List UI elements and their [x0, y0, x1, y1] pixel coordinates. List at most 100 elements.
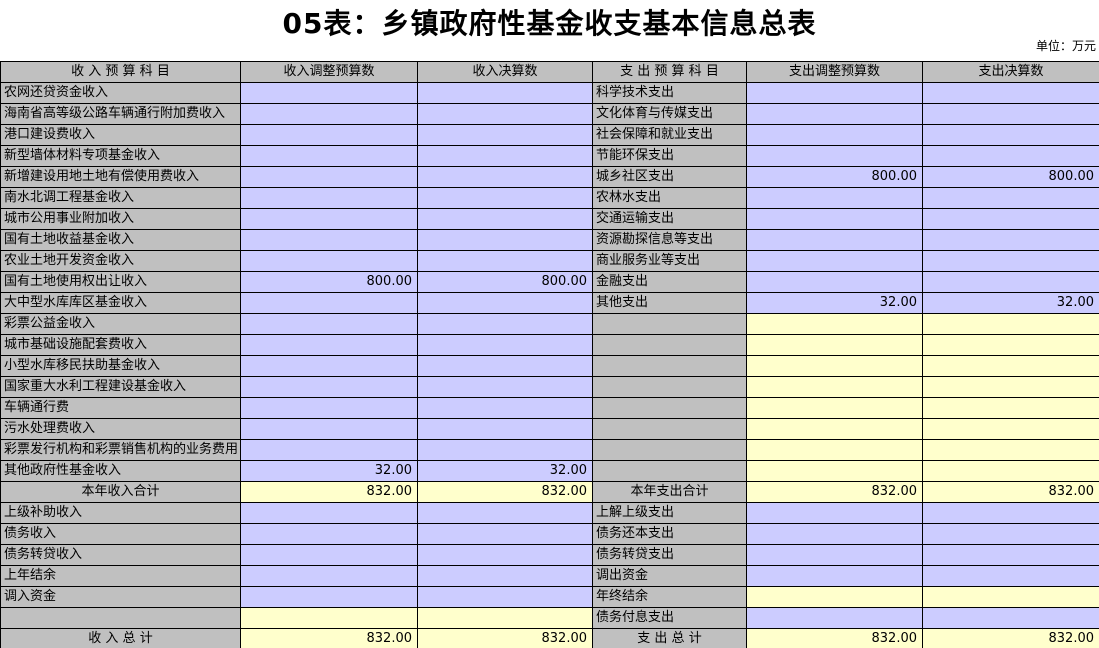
income-subject-cell[interactable]: 国家重大水利工程建设基金收入: [1, 377, 241, 398]
income-final-cell[interactable]: [418, 503, 593, 524]
expense-subject-cell[interactable]: 资源勘探信息等支出: [593, 230, 747, 251]
income-subject-cell[interactable]: 海南省高等级公路车辆通行附加费收入: [1, 104, 241, 125]
income-final-cell[interactable]: [418, 104, 593, 125]
expense-final-cell[interactable]: [923, 83, 1099, 104]
expense-adjusted-cell[interactable]: [747, 251, 923, 272]
expense-adjusted-cell[interactable]: [747, 461, 923, 482]
expense-subject-cell[interactable]: 其他支出: [593, 293, 747, 314]
income-final-cell[interactable]: [418, 377, 593, 398]
income-adjusted-cell[interactable]: [241, 398, 418, 419]
expense-final-cell[interactable]: 832.00: [923, 482, 1099, 503]
income-subject-cell[interactable]: 大中型水库库区基金收入: [1, 293, 241, 314]
income-subject-cell[interactable]: 国有土地收益基金收入: [1, 230, 241, 251]
expense-adjusted-cell[interactable]: 800.00: [747, 167, 923, 188]
expense-subject-cell[interactable]: 调出资金: [593, 566, 747, 587]
income-subject-cell[interactable]: 本年收入合计: [1, 482, 241, 503]
income-adjusted-cell[interactable]: [241, 608, 418, 629]
income-subject-cell[interactable]: 调入资金: [1, 587, 241, 608]
income-subject-cell[interactable]: 上年结余: [1, 566, 241, 587]
income-adjusted-cell[interactable]: [241, 209, 418, 230]
income-subject-cell[interactable]: 小型水库移民扶助基金收入: [1, 356, 241, 377]
income-adjusted-cell[interactable]: [241, 377, 418, 398]
expense-subject-cell[interactable]: 文化体育与传媒支出: [593, 104, 747, 125]
expense-subject-cell[interactable]: 金融支出: [593, 272, 747, 293]
income-final-cell[interactable]: [418, 209, 593, 230]
expense-final-cell[interactable]: 32.00: [923, 293, 1099, 314]
income-adjusted-cell[interactable]: [241, 83, 418, 104]
income-adjusted-cell[interactable]: [241, 104, 418, 125]
income-final-cell[interactable]: [418, 230, 593, 251]
expense-final-cell[interactable]: [923, 230, 1099, 251]
income-subject-cell[interactable]: 国有土地使用权出让收入: [1, 272, 241, 293]
income-subject-cell[interactable]: 城市公用事业附加收入: [1, 209, 241, 230]
expense-final-cell[interactable]: [923, 398, 1099, 419]
expense-final-cell[interactable]: [923, 104, 1099, 125]
income-subject-cell[interactable]: 南水北调工程基金收入: [1, 188, 241, 209]
expense-final-cell[interactable]: [923, 335, 1099, 356]
expense-subject-cell[interactable]: [593, 398, 747, 419]
income-subject-cell[interactable]: 上级补助收入: [1, 503, 241, 524]
income-adjusted-cell[interactable]: 800.00: [241, 272, 418, 293]
income-adjusted-cell[interactable]: [241, 293, 418, 314]
expense-adjusted-cell[interactable]: [747, 440, 923, 461]
expense-adjusted-cell[interactable]: [747, 314, 923, 335]
income-final-cell[interactable]: 32.00: [418, 461, 593, 482]
income-adjusted-cell[interactable]: [241, 419, 418, 440]
income-adjusted-cell[interactable]: [241, 251, 418, 272]
expense-subject-cell[interactable]: 本年支出合计: [593, 482, 747, 503]
expense-adjusted-cell[interactable]: [747, 524, 923, 545]
expense-final-cell[interactable]: 832.00: [923, 629, 1099, 648]
expense-subject-cell[interactable]: [593, 440, 747, 461]
income-subject-cell[interactable]: 城市基础设施配套费收入: [1, 335, 241, 356]
expense-subject-cell[interactable]: [593, 314, 747, 335]
expense-subject-cell[interactable]: 科学技术支出: [593, 83, 747, 104]
income-adjusted-cell[interactable]: [241, 503, 418, 524]
income-final-cell[interactable]: [418, 524, 593, 545]
expense-subject-cell[interactable]: [593, 461, 747, 482]
income-adjusted-cell[interactable]: [241, 356, 418, 377]
expense-adjusted-cell[interactable]: [747, 188, 923, 209]
income-subject-cell[interactable]: 彩票发行机构和彩票销售机构的业务费用: [1, 440, 241, 461]
income-adjusted-cell[interactable]: [241, 125, 418, 146]
income-final-cell[interactable]: [418, 83, 593, 104]
expense-final-cell[interactable]: [923, 251, 1099, 272]
income-adjusted-cell[interactable]: 832.00: [241, 629, 418, 648]
income-final-cell[interactable]: 832.00: [418, 629, 593, 648]
expense-adjusted-cell[interactable]: [747, 335, 923, 356]
income-adjusted-cell[interactable]: [241, 335, 418, 356]
income-adjusted-cell[interactable]: [241, 167, 418, 188]
income-subject-cell[interactable]: 收 入 总 计: [1, 629, 241, 648]
expense-adjusted-cell[interactable]: [747, 608, 923, 629]
income-final-cell[interactable]: [418, 293, 593, 314]
expense-final-cell[interactable]: [923, 587, 1099, 608]
income-adjusted-cell[interactable]: [241, 566, 418, 587]
expense-final-cell[interactable]: [923, 188, 1099, 209]
income-adjusted-cell[interactable]: [241, 545, 418, 566]
income-final-cell[interactable]: [418, 545, 593, 566]
income-final-cell[interactable]: 832.00: [418, 482, 593, 503]
expense-adjusted-cell[interactable]: [747, 230, 923, 251]
income-subject-cell[interactable]: 债务转贷收入: [1, 545, 241, 566]
expense-subject-cell[interactable]: 社会保障和就业支出: [593, 125, 747, 146]
income-adjusted-cell[interactable]: 832.00: [241, 482, 418, 503]
income-subject-cell[interactable]: 污水处理费收入: [1, 419, 241, 440]
expense-final-cell[interactable]: [923, 608, 1099, 629]
income-final-cell[interactable]: [418, 167, 593, 188]
expense-adjusted-cell[interactable]: [747, 419, 923, 440]
income-adjusted-cell[interactable]: [241, 524, 418, 545]
expense-subject-cell[interactable]: [593, 335, 747, 356]
income-adjusted-cell[interactable]: [241, 230, 418, 251]
expense-final-cell[interactable]: [923, 545, 1099, 566]
income-adjusted-cell[interactable]: 32.00: [241, 461, 418, 482]
expense-adjusted-cell[interactable]: 32.00: [747, 293, 923, 314]
expense-adjusted-cell[interactable]: 832.00: [747, 482, 923, 503]
expense-adjusted-cell[interactable]: [747, 83, 923, 104]
expense-adjusted-cell[interactable]: [747, 272, 923, 293]
expense-adjusted-cell[interactable]: [747, 209, 923, 230]
expense-final-cell[interactable]: [923, 419, 1099, 440]
expense-final-cell[interactable]: [923, 377, 1099, 398]
income-subject-cell[interactable]: 彩票公益金收入: [1, 314, 241, 335]
expense-final-cell[interactable]: [923, 146, 1099, 167]
income-final-cell[interactable]: [418, 188, 593, 209]
expense-final-cell[interactable]: [923, 503, 1099, 524]
